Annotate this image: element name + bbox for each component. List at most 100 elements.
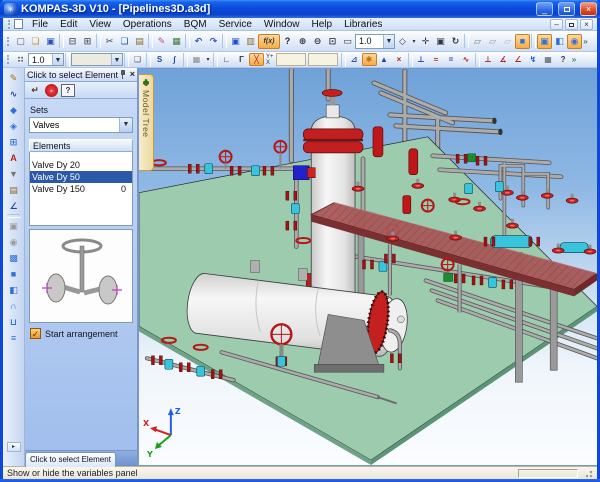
extrude-tool[interactable]: ▣ (5, 218, 22, 234)
redo-button[interactable]: ↷ (206, 34, 221, 49)
array-tool[interactable]: ◈ (5, 118, 22, 134)
create-object-button[interactable]: ↵ (28, 84, 42, 97)
mdi-minimize-button[interactable]: – (550, 19, 563, 30)
menu-window[interactable]: Window (258, 19, 306, 30)
bend-button[interactable]: ≈ (429, 53, 444, 66)
zoom-in-button[interactable]: ⊕ (295, 34, 310, 49)
cut-tool[interactable]: ◧ (5, 282, 22, 298)
sets-combo[interactable]: Valves▼ (29, 117, 133, 133)
open-document-button[interactable]: ❏ (28, 34, 43, 49)
cut-button[interactable]: ✂ (102, 34, 117, 49)
coord-x-field[interactable] (308, 53, 338, 66)
model-viewport[interactable]: Z X Y ♣ Model Tree (138, 68, 597, 466)
wireframe-cube-button[interactable]: ▱ (470, 34, 485, 49)
boss-tool[interactable]: ■ (5, 266, 22, 282)
print-button[interactable]: ⊟ (65, 34, 80, 49)
flex-pipe-button[interactable]: ∿ (459, 53, 474, 66)
copy-button[interactable]: ❏ (117, 34, 132, 49)
panel-close-icon[interactable]: × (130, 70, 135, 79)
zoom-scale-combo[interactable]: 1.0▼ (355, 34, 395, 49)
route-3d-button[interactable]: ⊿ (347, 53, 362, 66)
undo-button[interactable]: ↶ (191, 34, 206, 49)
new-document-button[interactable]: ▢ (13, 34, 28, 49)
menu-edit[interactable]: Edit (54, 19, 83, 30)
spline-tool[interactable]: ∿ (5, 86, 22, 102)
update-model-button[interactable]: ↯ (526, 53, 541, 66)
print-preview-button[interactable]: ⊞ (80, 34, 95, 49)
list-item[interactable]: Valve Dy 20 (30, 159, 132, 171)
toolbar-overflow-button[interactable]: » (582, 37, 589, 46)
menu-service[interactable]: Service (213, 19, 258, 30)
show-all-button[interactable]: ▣ (433, 34, 448, 49)
variables-window-button[interactable]: ▣ (228, 34, 243, 49)
style-combo[interactable]: ▼ (71, 53, 123, 66)
text-tool[interactable]: A (5, 150, 22, 166)
zoom-out-button[interactable]: ⊖ (310, 34, 325, 49)
sheet-parameters-button[interactable]: ❏ (130, 53, 145, 66)
toolbar-overflow-button[interactable]: » (571, 55, 578, 64)
interrupt-command-button[interactable]: - (45, 84, 58, 97)
report-tool[interactable]: ▤ (5, 182, 22, 198)
grid-dropdown[interactable]: ▾ (204, 53, 212, 66)
zoom-selected-button[interactable]: ▭ (340, 34, 355, 49)
sketch-tool[interactable]: ✎ (5, 70, 22, 86)
toolbar-grip[interactable] (7, 55, 10, 64)
edit-curve-button[interactable]: S (152, 53, 167, 66)
orientation-button[interactable]: ◇ (395, 34, 410, 49)
zoom-area-button[interactable]: ⊡ (325, 34, 340, 49)
mdi-restore-button[interactable] (565, 19, 578, 30)
step-combo[interactable]: 1.0▼ (28, 53, 64, 66)
menu-help[interactable]: Help (306, 19, 339, 30)
list-item[interactable]: Valve Dy 1500 (30, 183, 132, 195)
menu-libraries[interactable]: Libraries (338, 19, 388, 30)
current-step-button[interactable]: ∷ (13, 53, 28, 66)
hidden-lines-cube-button[interactable]: ▱ (485, 34, 500, 49)
fillet-tool[interactable]: ∩ (5, 298, 22, 314)
auto-route-button[interactable]: ✱ (362, 53, 377, 66)
shaded-cube-button[interactable]: ■ (515, 34, 530, 49)
specification-button[interactable]: ▦ (541, 53, 556, 66)
rib-tool[interactable]: ≡ (5, 330, 22, 346)
trim-curve-button[interactable]: ∫ (167, 53, 182, 66)
grid-button[interactable]: ▦ (189, 53, 204, 66)
loft-tool[interactable]: ▩ (5, 250, 22, 266)
surface-tool[interactable]: ◆ (5, 102, 22, 118)
rotate-button[interactable]: ↻ (448, 34, 463, 49)
shell-tool[interactable]: ⊔ (5, 314, 22, 330)
measure-tool[interactable]: ∠ (5, 198, 22, 214)
spreadsheet-button[interactable]: ▦ (169, 34, 184, 49)
menu-bqm[interactable]: BQM (178, 19, 213, 30)
section-view-button[interactable]: ◧ (552, 34, 567, 49)
mdi-close-button[interactable]: × (580, 19, 593, 30)
place-element-button[interactable]: ▲ (377, 53, 392, 66)
support-button[interactable]: ⊥ (481, 53, 496, 66)
list-item[interactable]: Valve Dy 50 (30, 171, 132, 183)
perspective-button[interactable]: ◉ (567, 34, 582, 49)
panel-help-button[interactable]: ? (61, 84, 75, 97)
branch-button[interactable]: ∡ (496, 53, 511, 66)
dashed-lines-cube-button[interactable]: ▱ (500, 34, 515, 49)
remove-element-button[interactable]: × (392, 53, 407, 66)
copy-properties-button[interactable]: ✎ (154, 34, 169, 49)
document-icon[interactable] (14, 19, 23, 29)
snap-button[interactable]: ╳ (249, 53, 264, 66)
panel-bottom-tab[interactable]: Click to select Element (25, 452, 116, 467)
local-cs-button[interactable]: ∟ (219, 53, 234, 66)
object-browser-button[interactable]: ▥ (243, 34, 258, 49)
menu-operations[interactable]: Operations (117, 19, 178, 30)
pan-button[interactable]: ✛ (418, 34, 433, 49)
menu-file[interactable]: File (26, 19, 54, 30)
attach-tool[interactable]: ⊞ (5, 134, 22, 150)
model-tree-tab[interactable]: ♣ Model Tree (139, 74, 154, 171)
orientation-dropdown[interactable]: ▾ (410, 34, 418, 49)
start-arrangement-checkbox[interactable]: ✓ Start arrangement (30, 328, 133, 339)
pillar-support-button[interactable]: ⊥ (414, 53, 429, 66)
ortho-drawing-button[interactable]: Γ (234, 53, 249, 66)
close-button[interactable]: × (580, 2, 597, 16)
side-toolbar-overflow-button[interactable]: ▸ (7, 442, 21, 452)
resize-grip[interactable] (584, 469, 593, 478)
toolbar-grip[interactable] (8, 20, 11, 29)
restore-button[interactable] (558, 2, 575, 16)
checkbox-icon[interactable]: ✓ (30, 328, 41, 339)
fx-variables-button[interactable]: f(x) (258, 34, 280, 49)
